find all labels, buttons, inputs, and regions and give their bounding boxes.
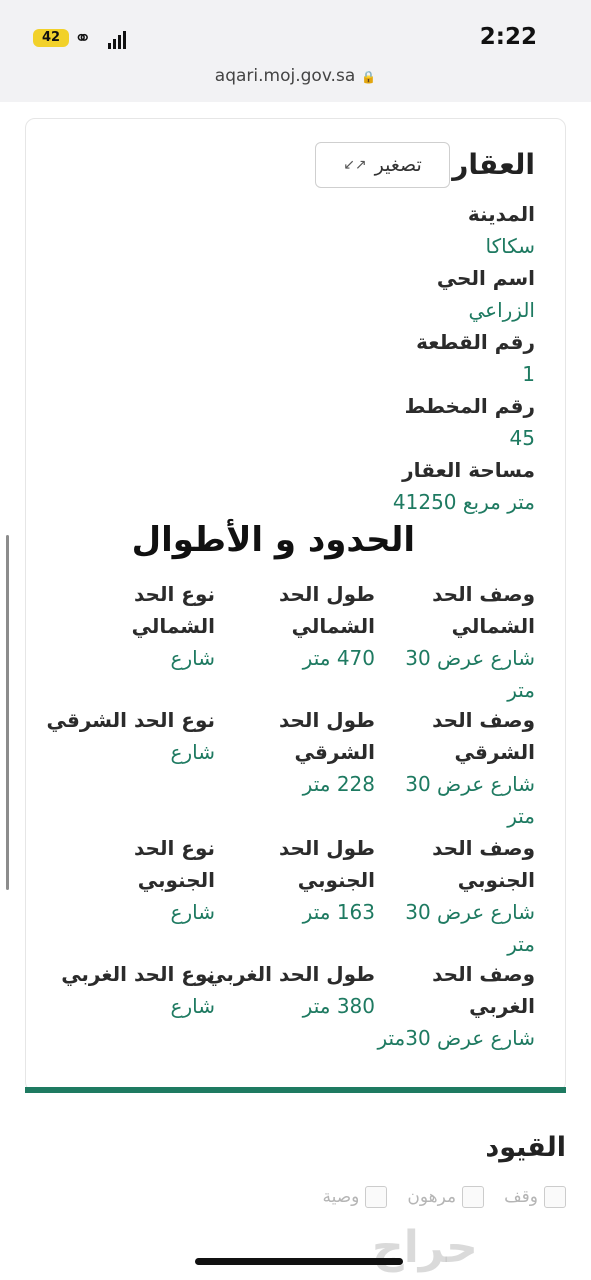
waqf-checkbox[interactable] <box>544 1186 566 1208</box>
south-length-label: طول الحد <box>278 836 375 860</box>
east-type-value: شارع <box>170 740 215 764</box>
north-desc-label: وصف الحد <box>432 582 535 606</box>
west-type-value: شارع <box>170 994 215 1018</box>
west-length-label: طول الحد الغربي <box>206 962 375 986</box>
east-desc-label-dir: الشرقي <box>454 740 536 764</box>
north-type-label-dir: الشمالي <box>131 614 215 638</box>
watermark: حراج <box>372 1222 478 1273</box>
north-length-value: 470 متر <box>302 646 375 670</box>
north-type-label: نوع الحد <box>133 582 215 606</box>
plot-number-value: 1 <box>522 362 535 386</box>
waqf-label: وقف <box>504 1187 538 1207</box>
browser-top-bar: 42 ⚭ 2:22 aqari.moj.gov.sa 🔒 <box>0 0 591 102</box>
property-heading: العقار <box>452 148 535 181</box>
west-desc-label-dir: الغربي <box>469 994 535 1018</box>
mortgaged-checkbox[interactable] <box>462 1186 485 1208</box>
plot-number-label: رقم القطعة <box>416 330 535 354</box>
will-checkbox[interactable] <box>365 1186 388 1208</box>
city-label: المدينة <box>467 202 535 226</box>
area-value: 41250 متر مربع <box>392 490 535 514</box>
scrollbar[interactable] <box>6 535 9 890</box>
address-bar[interactable]: aqari.moj.gov.sa 🔒 <box>0 66 591 86</box>
south-type-label-dir: الجنوبي <box>137 868 215 892</box>
url-text: aqari.moj.gov.sa <box>214 66 356 86</box>
east-length-label-dir: الشرقي <box>294 740 376 764</box>
east-desc-value-unit: متر <box>507 804 535 828</box>
north-desc-value: شارع عرض 30 <box>405 646 535 670</box>
home-indicator[interactable] <box>195 1258 403 1265</box>
north-length-label-dir: الشمالي <box>291 614 375 638</box>
scheme-number-value: 45 <box>509 426 535 450</box>
east-length-value: 228 متر <box>302 772 375 796</box>
west-desc-label: وصف الحد <box>432 962 535 986</box>
north-desc-value-unit: متر <box>507 678 535 702</box>
boundaries-title: الحدود و الأطوال <box>131 520 415 560</box>
south-type-label: نوع الحد <box>133 836 215 860</box>
east-desc-value: شارع عرض 30 <box>405 772 535 796</box>
east-length-label: طول الحد <box>278 708 375 732</box>
shrink-label: تصغير <box>374 154 422 176</box>
district-label: اسم الحي <box>436 266 535 290</box>
city-value: سكاكا <box>485 234 535 258</box>
battery-indicator: 42 <box>33 29 69 47</box>
east-desc-label: وصف الحد <box>432 708 535 732</box>
south-desc-label: وصف الحد <box>432 836 535 860</box>
south-type-value: شارع <box>170 900 215 924</box>
district-value: الزراعي <box>468 298 535 322</box>
link-icon: ⚭ <box>74 26 92 50</box>
card-accent-border <box>25 1087 566 1093</box>
scheme-number-label: رقم المخطط <box>404 394 535 418</box>
west-desc-value: شارع عرض 30متر <box>377 1026 535 1050</box>
north-desc-label-dir: الشمالي <box>451 614 535 638</box>
shrink-button[interactable]: تصغير ↗↙ <box>315 142 450 188</box>
west-type-label: نوع الحد الغربي <box>61 962 215 986</box>
east-type-label: نوع الحد الشرقي <box>46 708 215 732</box>
north-type-value: شارع <box>170 646 215 670</box>
south-desc-value: شارع عرض 30 <box>405 900 535 924</box>
status-time: 2:22 <box>479 24 537 50</box>
west-length-value: 380 متر <box>302 994 375 1018</box>
south-length-label-dir: الجنوبي <box>297 868 375 892</box>
south-length-value: 163 متر <box>302 900 375 924</box>
restrictions-options: وقف مرهون وصية <box>308 1186 566 1208</box>
mortgaged-label: مرهون <box>407 1187 457 1207</box>
south-desc-value-unit: متر <box>507 932 535 956</box>
south-desc-label-dir: الجنوبي <box>457 868 535 892</box>
restrictions-title: القيود <box>485 1132 566 1163</box>
area-label: مساحة العقار <box>402 458 535 482</box>
collapse-icon: ↗↙ <box>343 157 367 173</box>
signal-icon <box>108 31 126 49</box>
will-label: وصية <box>322 1187 360 1207</box>
north-length-label: طول الحد <box>278 582 375 606</box>
lock-icon: 🔒 <box>361 70 377 84</box>
